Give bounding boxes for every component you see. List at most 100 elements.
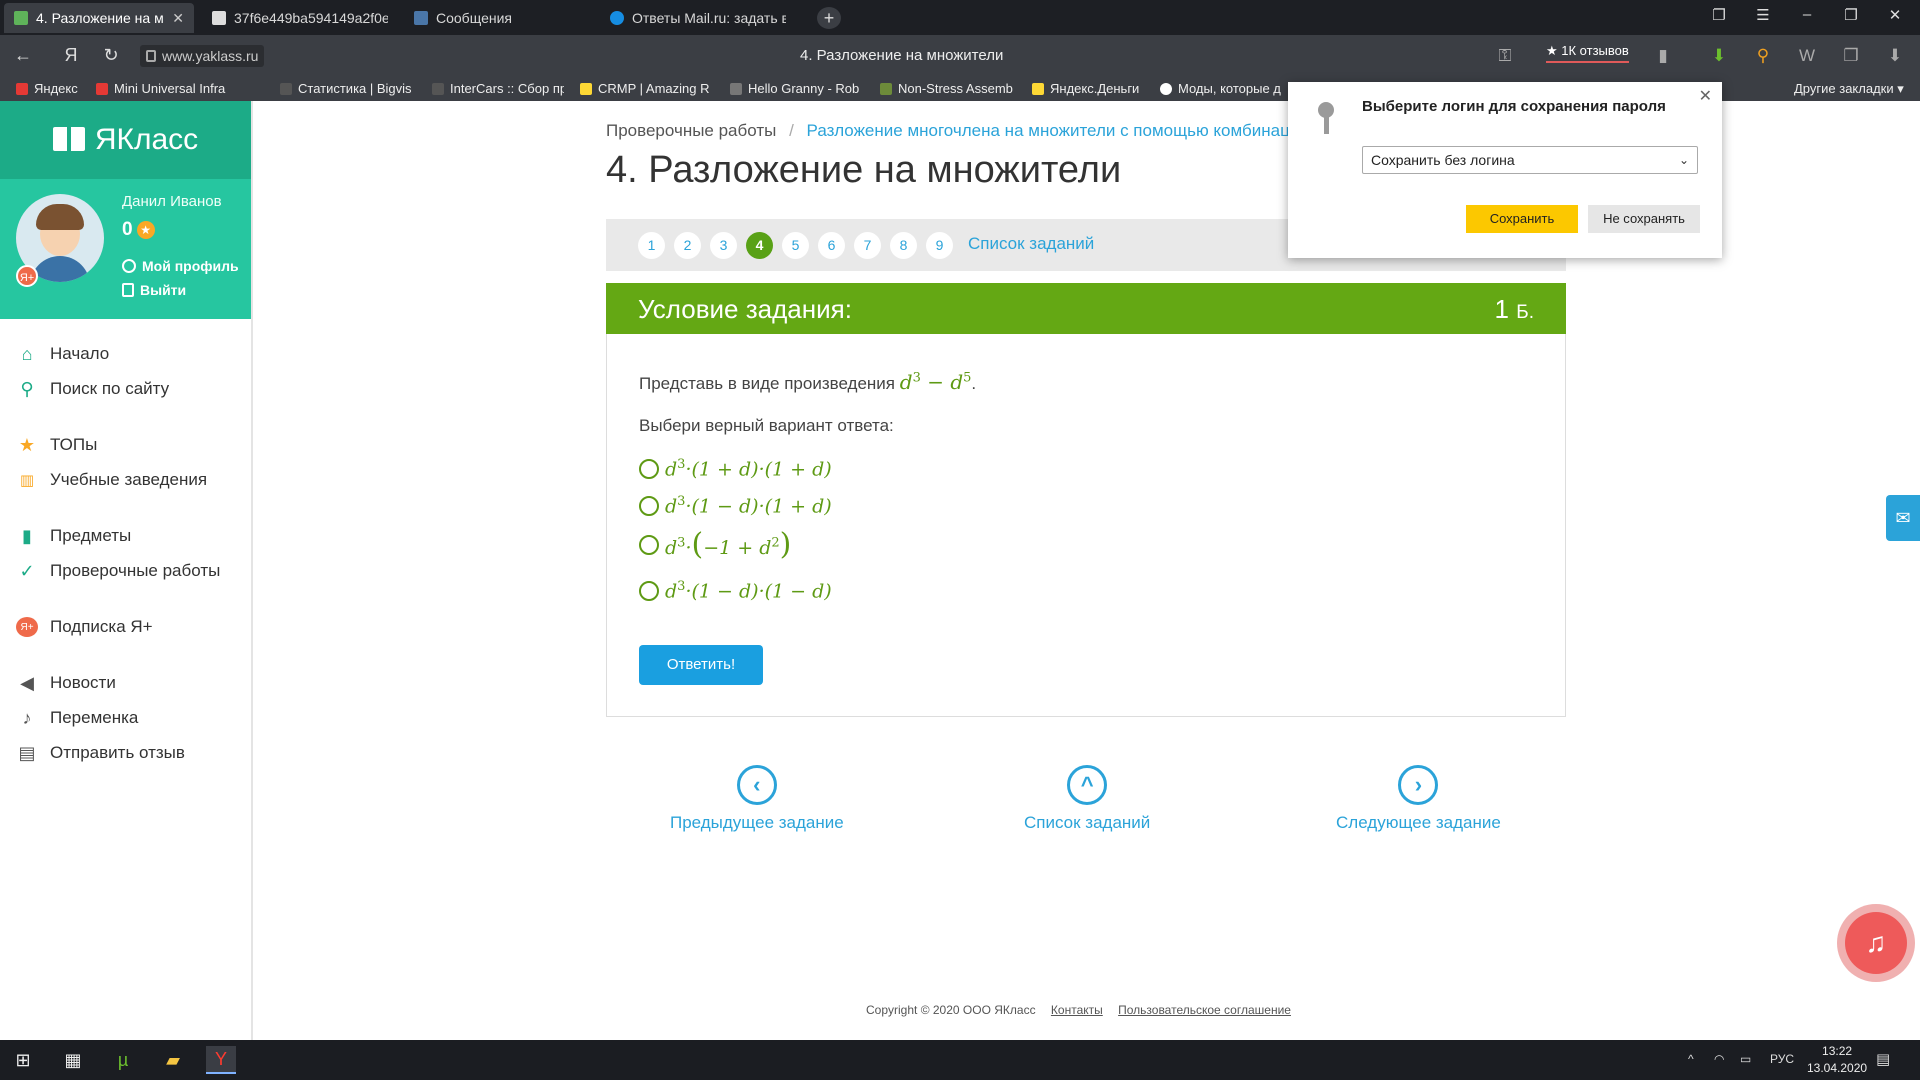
downloads-icon[interactable]: ⬇ (1884, 46, 1906, 66)
page-number-1[interactable]: 1 (638, 232, 665, 259)
utorrent-icon[interactable]: µ (108, 1046, 138, 1074)
page-number-6[interactable]: 6 (818, 232, 845, 259)
page-number-3[interactable]: 3 (710, 232, 737, 259)
bookmark-item[interactable]: CRMP | Amazing R (580, 81, 712, 96)
menu-item-tests[interactable]: ✓ Проверочные работы (16, 561, 220, 581)
menu-item-tops[interactable]: ★ ТОПы (16, 435, 97, 455)
close-window-icon[interactable]: ✕ (1880, 6, 1910, 24)
clock[interactable]: 13:22 13.04.2020 (1807, 1043, 1867, 1077)
page-number-2[interactable]: 2 (674, 232, 701, 259)
logout-link[interactable]: Выйти (122, 282, 186, 298)
contacts-link[interactable]: Контакты (1051, 1003, 1103, 1017)
bookmark-item[interactable]: Hello Granny - Rob (730, 81, 860, 96)
browser-tab-messages[interactable]: Сообщения (404, 3, 594, 33)
bookmark-item[interactable]: Non-Stress Assemb (880, 81, 1018, 96)
menu-item-subjects[interactable]: ▮ Предметы (16, 526, 131, 546)
breadcrumb-root[interactable]: Проверочные работы (606, 121, 776, 140)
answer-option-2[interactable]: d3·(1 − d)·(1 + d) (639, 494, 832, 517)
mail-feedback-tab[interactable]: ✉ (1886, 495, 1920, 541)
url-field[interactable]: www.yaklass.ru (140, 45, 265, 67)
browser-tab-mail-answers[interactable]: Ответы Mail.ru: задать воп (600, 3, 796, 33)
profile-link[interactable]: Мой профиль (122, 258, 239, 274)
menu-item-schools[interactable]: ▥ Учебные заведения (16, 470, 207, 490)
book-logo-icon (52, 127, 85, 153)
menu-item-break[interactable]: ♪ Переменка (16, 708, 139, 728)
bookmark-item[interactable]: Mini Universal Infra (96, 81, 262, 96)
radio-button[interactable] (639, 534, 659, 555)
save-password-button[interactable]: Сохранить (1466, 205, 1578, 233)
minimize-icon[interactable]: – (1792, 6, 1822, 23)
bookmark-item[interactable]: Яндекс (16, 81, 86, 96)
page-number-8[interactable]: 8 (890, 232, 917, 259)
user-name[interactable]: Данил Иванов (122, 193, 222, 210)
menu-item-feedback[interactable]: ▤ Отправить отзыв (16, 743, 184, 763)
dont-save-button[interactable]: Не сохранять (1588, 205, 1700, 233)
breadcrumb: Проверочные работы / Разложение многочле… (606, 121, 1288, 141)
answer-option-1[interactable]: d3·(1 + d)·(1 + d) (639, 457, 832, 480)
file-explorer-icon[interactable]: ▰ (158, 1046, 188, 1074)
menu-item-search[interactable]: ⚲ Поиск по сайту (16, 379, 169, 399)
menu-item-subscription[interactable]: Я+ Подписка Я+ (16, 617, 153, 637)
extension-icon[interactable]: ⚲ (1752, 46, 1774, 66)
language-indicator[interactable]: РУС (1770, 1052, 1794, 1066)
notification-button[interactable]: ♫ (1837, 904, 1915, 982)
notifications-icon[interactable]: ▤ (1876, 1050, 1890, 1068)
page-number-4[interactable]: 4 (746, 232, 773, 259)
bookmark-item[interactable]: InterCars :: Сбор пр (432, 81, 564, 96)
other-bookmarks[interactable]: Другие закладки ▾ (1794, 81, 1904, 97)
restore-icon[interactable]: ❐ (1836, 6, 1866, 24)
bookmark-icon[interactable]: ▮ (1652, 46, 1674, 66)
prev-task-link[interactable]: ‹ Предыдущее задание (670, 765, 844, 833)
task-list-link[interactable]: Список заданий (968, 234, 1094, 254)
close-tab-icon[interactable]: ✕ (172, 10, 184, 27)
bookmark-item[interactable]: Моды, которые д (1160, 81, 1288, 96)
password-key-icon[interactable]: ⚿ (1494, 46, 1516, 66)
page-number-7[interactable]: 7 (854, 232, 881, 259)
tray-chevron-icon[interactable]: ^ (1688, 1052, 1694, 1066)
book-icon: ▮ (22, 525, 32, 546)
new-tab-button[interactable]: + (817, 7, 841, 29)
download-ext-icon[interactable]: ⬇ (1708, 46, 1730, 66)
task-question: Представь в виде произведения d3 − d5. (639, 370, 977, 394)
w-extension-icon[interactable]: W (1796, 46, 1818, 66)
reviews-badge[interactable]: ★ 1К отзывов (1546, 43, 1629, 63)
option-formula: d3·(1 − d)·(1 − d) (665, 579, 832, 603)
menu-item-home[interactable]: ⌂ Начало (16, 344, 110, 364)
yaklass-favicon (14, 11, 28, 25)
collections-icon[interactable]: ❐ (1840, 46, 1862, 66)
radio-button[interactable] (639, 458, 659, 479)
chevron-down-icon: ⌄ (1678, 153, 1689, 167)
bookmark-item[interactable]: Яндекс.Деньги (1032, 81, 1160, 96)
browser-tab-document[interactable]: 37f6e449ba594149a2f0ee2 (202, 3, 398, 33)
yandex-icon[interactable]: Я (60, 45, 82, 66)
task-points: 1 Б. (1494, 294, 1534, 324)
keyboard-icon[interactable]: ▭ (1740, 1052, 1751, 1066)
page-number-5[interactable]: 5 (782, 232, 809, 259)
menu-item-news[interactable]: ◀ Новости (16, 673, 116, 693)
login-select[interactable]: Сохранить без логина ⌄ (1362, 146, 1698, 174)
agreement-link[interactable]: Пользовательское соглашение (1118, 1003, 1291, 1017)
bookmarks-panel-icon[interactable]: ❐ (1704, 6, 1734, 24)
browser-tab-yaklass[interactable]: 4. Разложение на множ ✕ (4, 3, 194, 33)
page-number-9[interactable]: 9 (926, 232, 953, 259)
back-icon[interactable]: ← (12, 45, 34, 66)
yandex-browser-icon[interactable]: Y (206, 1046, 236, 1074)
task-list-nav-link[interactable]: ^ Список заданий (1024, 765, 1150, 833)
radio-button[interactable] (639, 495, 659, 516)
network-icon[interactable]: ◠ (1714, 1052, 1724, 1066)
site-logo[interactable]: ЯКласс (0, 101, 251, 179)
radio-button[interactable] (639, 580, 659, 601)
answer-option-4[interactable]: d3·(1 − d)·(1 − d) (639, 579, 832, 602)
calculator-icon[interactable]: ▦ (58, 1046, 88, 1074)
menu-icon[interactable]: ☰ (1748, 6, 1778, 24)
option-formula: d3·(1 + d)·(1 + d) (665, 457, 832, 481)
reload-icon[interactable]: ↻ (100, 45, 122, 66)
close-icon[interactable]: ✕ (1699, 86, 1712, 106)
chevron-left-icon: ‹ (736, 765, 777, 805)
windows-start-icon[interactable]: ⊞ (8, 1046, 38, 1074)
bookmark-item[interactable]: Статистика | Bigvis (280, 81, 416, 96)
breadcrumb-current[interactable]: Разложение многочлена на множители с пом… (807, 121, 1288, 140)
submit-answer-button[interactable]: Ответить! (639, 645, 763, 685)
answer-option-3[interactable]: d3·(−1 + d2) (639, 527, 791, 562)
next-task-link[interactable]: › Следующее задание (1336, 765, 1501, 833)
